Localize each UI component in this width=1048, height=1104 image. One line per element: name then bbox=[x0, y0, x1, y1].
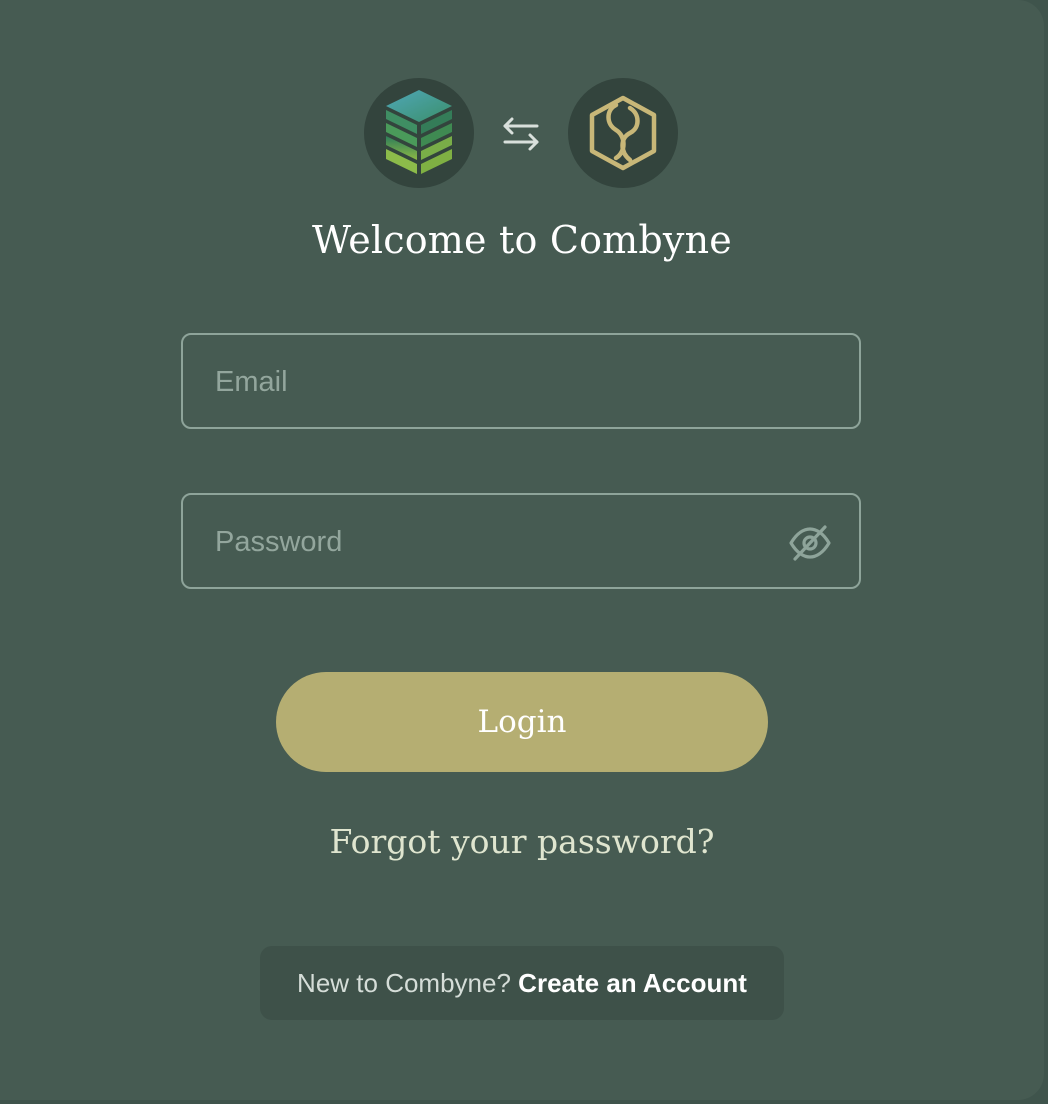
eye-off-icon[interactable] bbox=[787, 523, 833, 563]
partner-hexagon-logo-icon bbox=[589, 95, 657, 171]
password-field-wrapper bbox=[181, 493, 861, 589]
password-field[interactable] bbox=[213, 495, 777, 589]
signup-prompt: New to Combyne? Create an Account bbox=[260, 946, 784, 1020]
combyne-logo bbox=[364, 78, 474, 188]
partner-logo bbox=[568, 78, 678, 188]
logo-row bbox=[0, 78, 1044, 188]
combyne-stack-logo-icon bbox=[386, 90, 452, 174]
create-account-link[interactable]: Create an Account bbox=[518, 968, 747, 998]
page-title: Welcome to Combyne bbox=[312, 218, 732, 262]
login-button[interactable]: Login bbox=[276, 672, 768, 772]
forgot-password-link[interactable]: Forgot your password? bbox=[0, 822, 1044, 861]
swap-arrows-icon bbox=[503, 117, 539, 151]
email-field-wrapper bbox=[181, 333, 861, 429]
login-card: Welcome to Combyne Login Forgot your pas… bbox=[0, 0, 1044, 1100]
email-field[interactable] bbox=[213, 335, 777, 429]
signup-prefix-text: New to Combyne? bbox=[297, 968, 511, 998]
